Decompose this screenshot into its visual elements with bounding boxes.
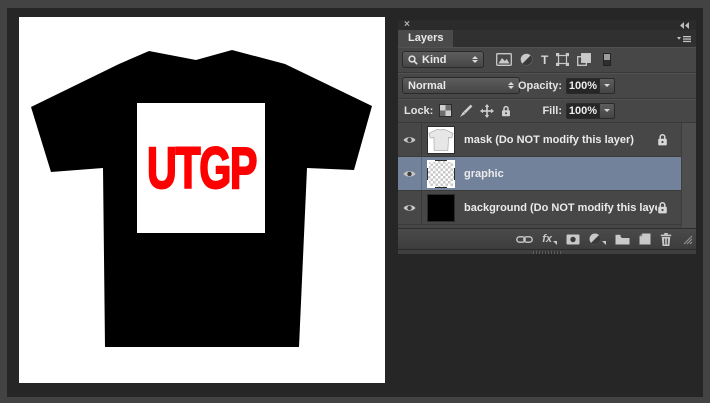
eye-icon [402, 203, 417, 213]
opacity-label: Opacity: [518, 80, 562, 92]
layer-name: mask (Do NOT modify this layer) [464, 134, 657, 146]
filter-toggle[interactable] [603, 53, 611, 66]
add-layer-mask-icon[interactable] [566, 234, 580, 245]
lock-position-icon[interactable] [480, 104, 494, 118]
print-logo-text: UTGP [147, 136, 256, 201]
filter-row: Kind T [398, 47, 696, 73]
fill-group: Fill: 100% [518, 103, 615, 119]
blend-row: Normal Opacity: 100% [398, 73, 696, 99]
opacity-value-field[interactable]: 100% [566, 78, 600, 94]
shape-layer-filter-icon[interactable] [556, 53, 569, 66]
adjustment-layer-filter-icon[interactable] [520, 53, 533, 66]
blend-mode-value: Normal [408, 80, 505, 92]
lock-label: Lock: [404, 105, 433, 117]
document-canvas[interactable]: UTGP [19, 17, 385, 383]
layer-thumbnail-mask[interactable] [427, 126, 455, 154]
layer-lock-badge [657, 201, 668, 214]
blend-mode-dropdown[interactable]: Normal [402, 77, 520, 94]
layer-list: mask (Do NOT modify this layer) [398, 123, 696, 228]
visibility-toggle[interactable] [398, 191, 422, 224]
collapse-panel-icon[interactable] [679, 22, 690, 29]
lock-icon [657, 201, 668, 214]
lock-row: Lock: [398, 99, 696, 123]
pixel-layer-filter-icon[interactable] [496, 53, 512, 66]
filter-kind-dropdown[interactable]: Kind [402, 51, 484, 68]
visibility-toggle[interactable] [398, 123, 422, 156]
panel-bottom-edge [398, 249, 696, 254]
application-window: UTGP × Layers [0, 0, 710, 403]
fill-dropdown-button[interactable] [600, 103, 615, 119]
lock-transparency-icon[interactable] [439, 104, 452, 117]
opacity-group: Opacity: 100% [518, 78, 615, 94]
layer-name: graphic [464, 168, 681, 180]
panel-header-bar: × [398, 20, 696, 30]
eye-icon [402, 169, 417, 179]
dropdown-updown-icon [472, 56, 478, 63]
layer-row-mask[interactable]: mask (Do NOT modify this layer) [398, 123, 681, 157]
lock-icon [657, 133, 668, 146]
panel-toolbar: fx [398, 228, 696, 249]
tab-bar-filler [453, 30, 696, 47]
layer-styles-icon[interactable]: fx [542, 234, 557, 245]
layer-thumbnail-background[interactable] [427, 194, 455, 222]
layer-thumbnail-graphic[interactable] [427, 160, 455, 188]
panel-menu-icon[interactable] [677, 35, 691, 43]
opacity-dropdown-button[interactable] [600, 78, 615, 94]
filter-kind-label: Kind [422, 54, 469, 66]
fill-value-field[interactable]: 100% [566, 103, 600, 119]
lock-all-icon[interactable] [501, 105, 511, 117]
new-adjustment-layer-icon[interactable] [589, 233, 606, 245]
layer-name: background (Do NOT modify this layer) [464, 202, 657, 214]
close-icon[interactable]: × [404, 21, 410, 29]
delete-layer-icon[interactable] [660, 233, 672, 246]
dropdown-updown-icon [508, 82, 514, 89]
fill-label: Fill: [518, 105, 562, 117]
panel-tab-bar: Layers [398, 30, 696, 47]
new-layer-icon[interactable] [639, 233, 651, 245]
new-group-icon[interactable] [615, 234, 630, 245]
tshirt-artwork: UTGP [19, 17, 385, 383]
visibility-toggle[interactable] [398, 157, 422, 190]
eye-icon [402, 135, 417, 145]
lock-paint-icon[interactable] [459, 104, 473, 118]
tab-layers[interactable]: Layers [398, 30, 453, 47]
type-layer-filter-icon[interactable]: T [541, 53, 548, 67]
layer-row-background[interactable]: background (Do NOT modify this layer) [398, 191, 681, 225]
layer-lock-badge [657, 133, 668, 146]
panel-resize-grip-icon[interactable] [681, 233, 693, 245]
search-icon [408, 55, 418, 65]
selected-thumbnail-corners [427, 160, 455, 188]
layers-panel: × Layers [398, 20, 696, 253]
lock-buttons [439, 104, 511, 118]
layer-list-scrollbar[interactable] [681, 123, 696, 228]
smart-object-filter-icon[interactable] [577, 53, 591, 66]
link-layers-icon[interactable] [516, 235, 533, 244]
panel-drag-grip[interactable] [533, 251, 561, 254]
document-workspace: UTGP × Layers [7, 8, 703, 397]
filter-icon-buttons: T [496, 53, 611, 67]
layer-row-graphic[interactable]: graphic [398, 157, 681, 191]
